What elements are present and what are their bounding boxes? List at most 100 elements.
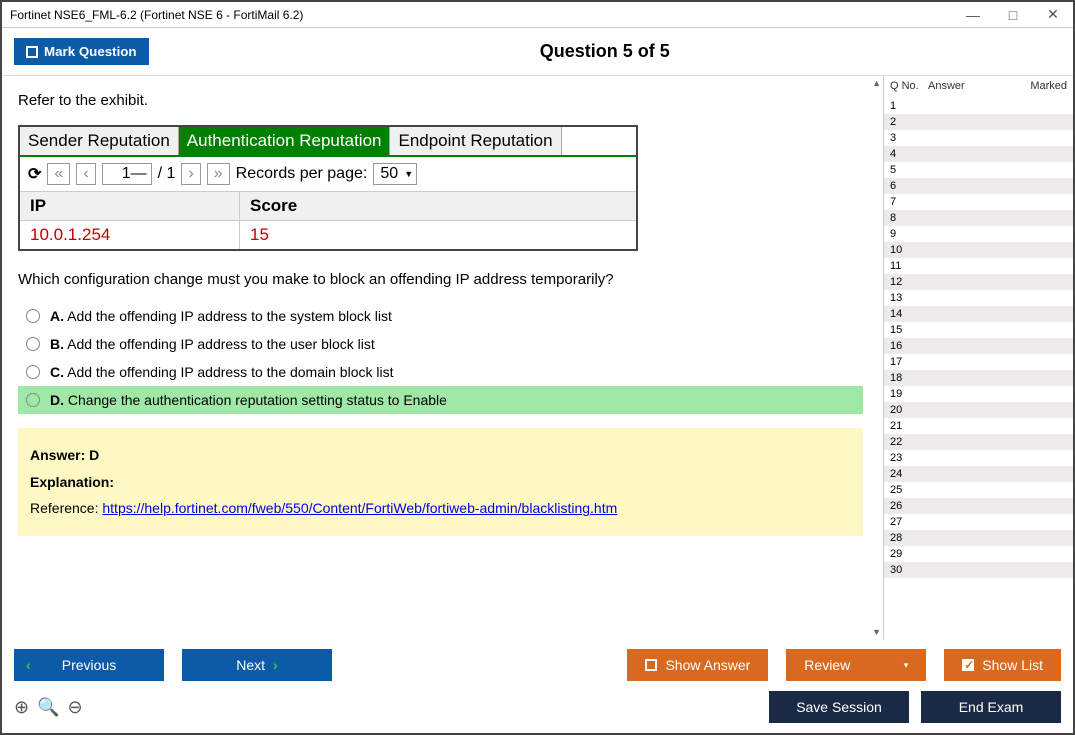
previous-button[interactable]: ‹ Previous — [14, 649, 164, 681]
qlist-row[interactable]: 12 — [884, 274, 1073, 290]
qlist-num: 8 — [890, 212, 928, 224]
qlist-row[interactable]: 10 — [884, 242, 1073, 258]
qlist-row[interactable]: 8 — [884, 210, 1073, 226]
review-label: Review — [804, 657, 850, 673]
cell-score: 15 — [240, 221, 636, 249]
qlist-num: 13 — [890, 292, 928, 304]
main-pane: ▲ Refer to the exhibit. Sender Reputatio… — [2, 76, 883, 639]
qlist-row[interactable]: 22 — [884, 434, 1073, 450]
minimize-icon[interactable]: — — [961, 7, 985, 23]
qlist-row[interactable]: 4 — [884, 146, 1073, 162]
option-A[interactable]: A. Add the offending IP address to the s… — [18, 302, 863, 330]
exhibit-toolbar: ⟳ « ‹ 1— / 1 › » Records per page: 50 — [20, 157, 636, 191]
next-page-icon: › — [181, 163, 200, 185]
option-label: A. Add the offending IP address to the s… — [50, 308, 392, 324]
main-scroll[interactable]: Refer to the exhibit. Sender Reputation … — [18, 88, 867, 639]
refresh-icon: ⟳ — [28, 164, 41, 184]
titlebar: Fortinet NSE6_FML-6.2 (Fortinet NSE 6 - … — [2, 2, 1073, 28]
scroll-up-icon[interactable]: ▲ — [872, 78, 881, 88]
save-session-label: Save Session — [796, 699, 882, 715]
radio-icon — [26, 365, 40, 379]
checkbox-icon — [26, 46, 38, 58]
tab-endpoint-reputation: Endpoint Reputation — [390, 127, 561, 155]
qlist-num: 28 — [890, 532, 928, 544]
qlist-num: 2 — [890, 116, 928, 128]
side-col-answer: Answer — [928, 80, 998, 92]
chevron-right-icon: › — [273, 657, 278, 673]
titlebar-text: Fortinet NSE6_FML-6.2 (Fortinet NSE 6 - … — [10, 8, 303, 22]
qlist-row[interactable]: 2 — [884, 114, 1073, 130]
scroll-down-icon[interactable]: ▼ — [872, 627, 881, 637]
qlist-row[interactable]: 27 — [884, 514, 1073, 530]
qlist-num: 24 — [890, 468, 928, 480]
qlist-row[interactable]: 28 — [884, 530, 1073, 546]
show-answer-button[interactable]: Show Answer — [627, 649, 768, 681]
question-text: Which configuration change must you make… — [18, 271, 863, 288]
end-exam-label: End Exam — [959, 699, 1024, 715]
maximize-icon[interactable]: □ — [1001, 7, 1025, 23]
qlist-row[interactable]: 13 — [884, 290, 1073, 306]
button-row-1: ‹ Previous Next › Show Answer Review ▾ S… — [2, 639, 1073, 685]
end-exam-button[interactable]: End Exam — [921, 691, 1061, 723]
qlist-num: 16 — [890, 340, 928, 352]
answer-label: Answer: D — [30, 447, 99, 463]
qlist-num: 30 — [890, 564, 928, 576]
option-B[interactable]: B. Add the offending IP address to the u… — [18, 330, 863, 358]
exhibit-columns: IP Score — [20, 191, 636, 221]
mark-question-button[interactable]: Mark Question — [14, 38, 149, 65]
qlist-row[interactable]: 30 — [884, 562, 1073, 578]
next-button[interactable]: Next › — [182, 649, 332, 681]
qlist-num: 17 — [890, 356, 928, 368]
qlist-row[interactable]: 5 — [884, 162, 1073, 178]
app-window: Fortinet NSE6_FML-6.2 (Fortinet NSE 6 - … — [0, 0, 1075, 735]
radio-icon — [26, 309, 40, 323]
qlist-num: 7 — [890, 196, 928, 208]
qlist-row[interactable]: 16 — [884, 338, 1073, 354]
qlist-row[interactable]: 19 — [884, 386, 1073, 402]
qlist-row[interactable]: 20 — [884, 402, 1073, 418]
close-icon[interactable]: ✕ — [1041, 6, 1065, 23]
review-button[interactable]: Review ▾ — [786, 649, 926, 681]
show-list-button[interactable]: Show List — [944, 649, 1061, 681]
exhibit-label: Refer to the exhibit. — [18, 92, 863, 109]
qlist-row[interactable]: 23 — [884, 450, 1073, 466]
save-session-button[interactable]: Save Session — [769, 691, 909, 723]
zoom-out-icon[interactable]: ⊖ — [68, 697, 83, 718]
qlist-row[interactable]: 1 — [884, 98, 1073, 114]
option-D[interactable]: D. Change the authentication reputation … — [18, 386, 863, 414]
qlist-row[interactable]: 7 — [884, 194, 1073, 210]
qlist-row[interactable]: 25 — [884, 482, 1073, 498]
qlist-row[interactable]: 6 — [884, 178, 1073, 194]
zoom-reset-icon[interactable]: 🔍 — [37, 697, 59, 718]
qlist-num: 29 — [890, 548, 928, 560]
qlist-num: 14 — [890, 308, 928, 320]
qlist-row[interactable]: 15 — [884, 322, 1073, 338]
option-C[interactable]: C. Add the offending IP address to the d… — [18, 358, 863, 386]
qlist-row[interactable]: 9 — [884, 226, 1073, 242]
qlist-row[interactable]: 11 — [884, 258, 1073, 274]
qlist-row[interactable]: 18 — [884, 370, 1073, 386]
qlist-row[interactable]: 17 — [884, 354, 1073, 370]
qlist-row[interactable]: 29 — [884, 546, 1073, 562]
mark-question-label: Mark Question — [44, 44, 137, 59]
tab-sender-reputation: Sender Reputation — [20, 127, 179, 155]
qlist-row[interactable]: 3 — [884, 130, 1073, 146]
last-page-icon: » — [207, 163, 230, 185]
qlist-row[interactable]: 14 — [884, 306, 1073, 322]
side-list[interactable]: 1234567891011121314151617181920212223242… — [884, 98, 1073, 639]
reference-link[interactable]: https://help.fortinet.com/fweb/550/Conte… — [102, 500, 617, 516]
body: ▲ Refer to the exhibit. Sender Reputatio… — [2, 76, 1073, 639]
side-col-marked: Marked — [998, 80, 1067, 92]
qlist-num: 26 — [890, 500, 928, 512]
explanation-label: Explanation: — [30, 474, 114, 490]
qlist-num: 15 — [890, 324, 928, 336]
qlist-row[interactable]: 24 — [884, 466, 1073, 482]
options-list: A. Add the offending IP address to the s… — [18, 302, 863, 414]
next-label: Next — [236, 657, 265, 673]
qlist-row[interactable]: 26 — [884, 498, 1073, 514]
question-list-panel: Q No. Answer Marked 12345678910111213141… — [883, 76, 1073, 639]
qlist-row[interactable]: 21 — [884, 418, 1073, 434]
previous-label: Previous — [62, 657, 116, 673]
zoom-in-icon[interactable]: ⊕ — [14, 697, 29, 718]
qlist-num: 20 — [890, 404, 928, 416]
